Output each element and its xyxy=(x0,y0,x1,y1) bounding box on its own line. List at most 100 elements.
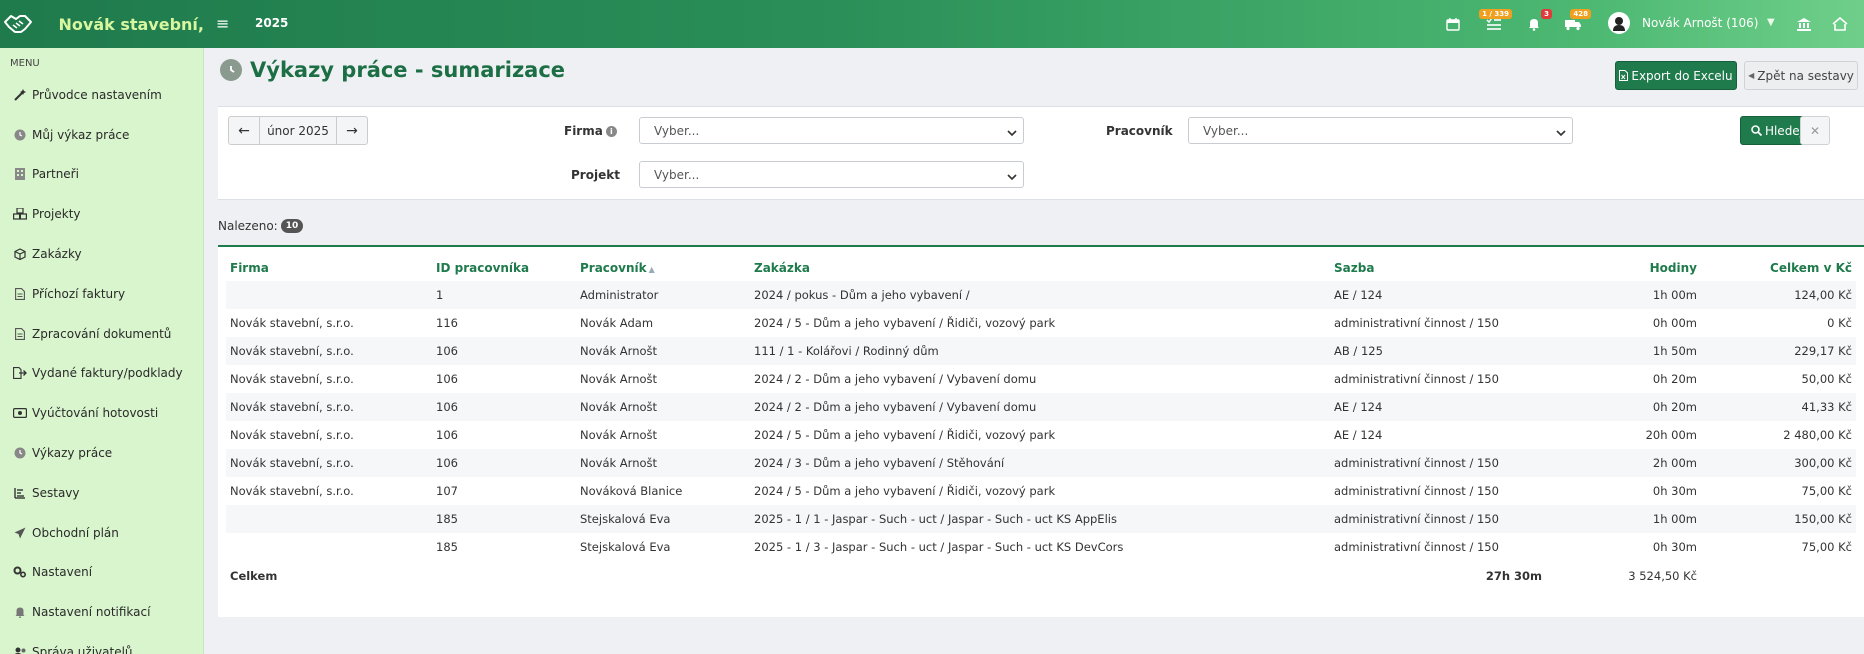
sidebar-item-vyuctovani-hotovosti[interactable]: Vyúčtování hotovosti xyxy=(0,393,203,433)
cell-celkem: 300,00 Kč xyxy=(1701,449,1856,477)
projekt-select[interactable]: Vyber... xyxy=(639,161,1024,188)
info-icon[interactable]: i xyxy=(605,126,617,137)
user-menu[interactable]: Novák Arnošt (106) xyxy=(1608,12,1758,34)
table-header-row: Firma ID pracovníka Pracovník ▲ Zakázka S… xyxy=(226,255,1856,281)
pracovnik-select[interactable]: Vyber... xyxy=(1188,117,1573,144)
cell-sazba: administrativní činnost / 150 xyxy=(1334,484,1499,498)
year-selector[interactable]: 2025 xyxy=(255,16,288,30)
table-row[interactable]: Novák stavební, s.r.o. 106 Novák Arnošt 202… xyxy=(226,421,1856,449)
paper-plane-icon xyxy=(12,527,28,539)
table-body: 1 Administrator 2024 / pokus - Dům a jeho … xyxy=(226,281,1856,561)
footer-empty xyxy=(576,561,750,591)
users-icon xyxy=(12,646,28,654)
menu-toggle-icon[interactable]: ≡ xyxy=(216,14,229,33)
excel-file-icon xyxy=(1619,70,1629,81)
export-excel-button[interactable]: Export do Excelu xyxy=(1615,61,1737,90)
back-button[interactable]: ◀ Zpět na sestavy xyxy=(1744,61,1858,90)
cell-firma xyxy=(226,533,432,561)
export-icon xyxy=(12,367,28,380)
cell-celkem: 41,33 Kč xyxy=(1701,393,1856,421)
top-bar: Novák stavební, ≡ 2025 1 / 339 3 428 Nov… xyxy=(0,0,1864,48)
calendar-icon[interactable] xyxy=(1443,14,1463,34)
list-icon xyxy=(12,487,28,499)
sidebar-item-muj-vykaz[interactable]: Můj výkaz práce xyxy=(0,115,203,155)
chevron-down-icon xyxy=(1556,126,1566,140)
cell-firma: Novák stavební, s.r.o. xyxy=(226,337,432,365)
tasks-icon[interactable]: 1 / 339 xyxy=(1479,9,1512,34)
table-row[interactable]: Novák stavební, s.r.o. 106 Novák Arnošt 202… xyxy=(226,449,1856,477)
document-icon xyxy=(12,327,28,340)
cell-id: 106 xyxy=(436,372,458,386)
table-row[interactable]: Novák stavební, s.r.o. 116 Novák Adam 2024 … xyxy=(226,309,1856,337)
month-label[interactable]: únor 2025 xyxy=(259,117,337,144)
chevron-down-icon xyxy=(1007,126,1017,140)
results-table-card: Firma ID pracovníka Pracovník ▲ Zakázka S… xyxy=(218,245,1864,617)
home-icon[interactable] xyxy=(1830,14,1850,34)
arrow-right-icon[interactable]: → xyxy=(337,117,367,144)
pracovnik-select-value: Vyber... xyxy=(1203,123,1249,138)
table-row[interactable]: Novák stavební, s.r.o. 106 Novák Arnošt 202… xyxy=(226,365,1856,393)
cell-id: 1 xyxy=(432,281,576,309)
sidebar-item-zakazky[interactable]: Zakázky xyxy=(0,234,203,274)
tasks-badge: 1 / 339 xyxy=(1479,9,1512,19)
truck-icon[interactable]: 428 xyxy=(1563,9,1591,34)
footer-empty xyxy=(432,561,576,591)
caret-down-icon[interactable]: ▼ xyxy=(1767,17,1775,28)
firma-select-value: Vyber... xyxy=(654,123,700,138)
cell-celkem: 75,00 Kč xyxy=(1801,484,1852,498)
cell-celkem: 50,00 Kč xyxy=(1801,372,1852,386)
column-header-id[interactable]: ID pracovníka xyxy=(432,255,576,281)
table-row[interactable]: Novák stavební, s.r.o. 107 Nováková Blanic… xyxy=(226,477,1856,505)
cell-hodiny: 1h 50m xyxy=(1546,337,1701,365)
cell-firma xyxy=(226,281,432,309)
sidebar-item-nastaveni-notifikaci[interactable]: Nastavení notifikací xyxy=(0,592,203,632)
table-row[interactable]: 185 Stejskalová Eva 2025 - 1 / 3 - Jaspar … xyxy=(226,533,1856,561)
column-header-pracovnik-label: Pracovník xyxy=(580,261,647,275)
document-icon xyxy=(12,287,28,300)
table-row[interactable]: Novák stavební, s.r.o. 106 Novák Arnošt 111… xyxy=(226,337,1856,365)
sidebar-item-zpracovani-dokumentu[interactable]: Zpracování dokumentů xyxy=(0,314,203,354)
cell-sazba: AE / 124 xyxy=(1334,428,1383,442)
bell-icon xyxy=(12,606,28,619)
cell-hodiny: 1h 00m xyxy=(1546,505,1701,533)
cell-id: 106 xyxy=(432,393,576,421)
table-footer-row: Celkem 27h 30m 3 524,50 Kč xyxy=(226,561,1856,591)
bank-icon[interactable] xyxy=(1794,14,1814,34)
cell-sazba: AE / 124 xyxy=(1330,393,1546,421)
sidebar-item-pruvodce[interactable]: Průvodce nastavením xyxy=(0,75,203,115)
table-row[interactable]: 185 Stejskalová Eva 2025 - 1 / 1 - Jaspar … xyxy=(226,505,1856,533)
sidebar-item-label: Vydané faktury/podklady xyxy=(32,366,183,381)
sidebar-item-label: Příchozí faktury xyxy=(32,286,126,301)
sidebar-item-vydane-faktury[interactable]: Vydané faktury/podklady xyxy=(0,354,203,394)
column-header-zakazka[interactable]: Zakázka xyxy=(750,255,1330,281)
table-row[interactable]: Novák stavební, s.r.o. 106 Novák Arnošt 202… xyxy=(226,393,1856,421)
close-icon[interactable]: ✕ xyxy=(1800,116,1830,145)
projekt-label: Projekt xyxy=(571,168,620,182)
sidebar-item-vykazy-prace[interactable]: Výkazy práce xyxy=(0,433,203,473)
cell-celkem: 2 480,00 Kč xyxy=(1783,428,1852,442)
column-header-pracovnik[interactable]: Pracovník ▲ xyxy=(576,255,750,281)
chevron-down-icon xyxy=(1007,170,1017,184)
sidebar-item-projekty[interactable]: Projekty xyxy=(0,194,203,234)
arrow-left-icon[interactable]: ← xyxy=(229,117,259,144)
bell-icon[interactable]: 3 xyxy=(1524,9,1552,34)
table-row[interactable]: 1 Administrator 2024 / pokus - Dům a jeho … xyxy=(226,281,1856,309)
firma-select[interactable]: Vyber... xyxy=(639,117,1024,144)
sidebar-item-partneri[interactable]: Partneři xyxy=(0,155,203,195)
sidebar-item-sprava-uzivatelu[interactable]: Správa uživatelů xyxy=(0,632,203,654)
sidebar-item-obchodni-plan[interactable]: Obchodní plán xyxy=(0,513,203,553)
sidebar-item-label: Můj výkaz práce xyxy=(32,127,130,142)
sidebar-item-nastaveni[interactable]: Nastavení xyxy=(0,553,203,593)
brand[interactable]: Novák stavební, xyxy=(0,0,204,48)
filter-panel: ← únor 2025 → Firma i Vyber... Pracovník … xyxy=(218,106,1864,200)
column-header-hodiny[interactable]: Hodiny xyxy=(1546,255,1701,281)
cell-hodiny: 0h 20m xyxy=(1652,372,1697,386)
column-header-sazba[interactable]: Sazba xyxy=(1330,255,1546,281)
cell-zakazka: 2024 / 2 - Dům a jeho vybavení / Vybaven… xyxy=(754,372,1037,386)
count-badge: 10 xyxy=(280,219,304,233)
clock-icon xyxy=(12,447,28,459)
column-header-firma[interactable]: Firma xyxy=(226,255,432,281)
sidebar-item-prichozi-faktury[interactable]: Příchozí faktury xyxy=(0,274,203,314)
column-header-celkem[interactable]: Celkem v Kč xyxy=(1701,255,1856,281)
sidebar-item-sestavy[interactable]: Sestavy xyxy=(0,473,203,513)
